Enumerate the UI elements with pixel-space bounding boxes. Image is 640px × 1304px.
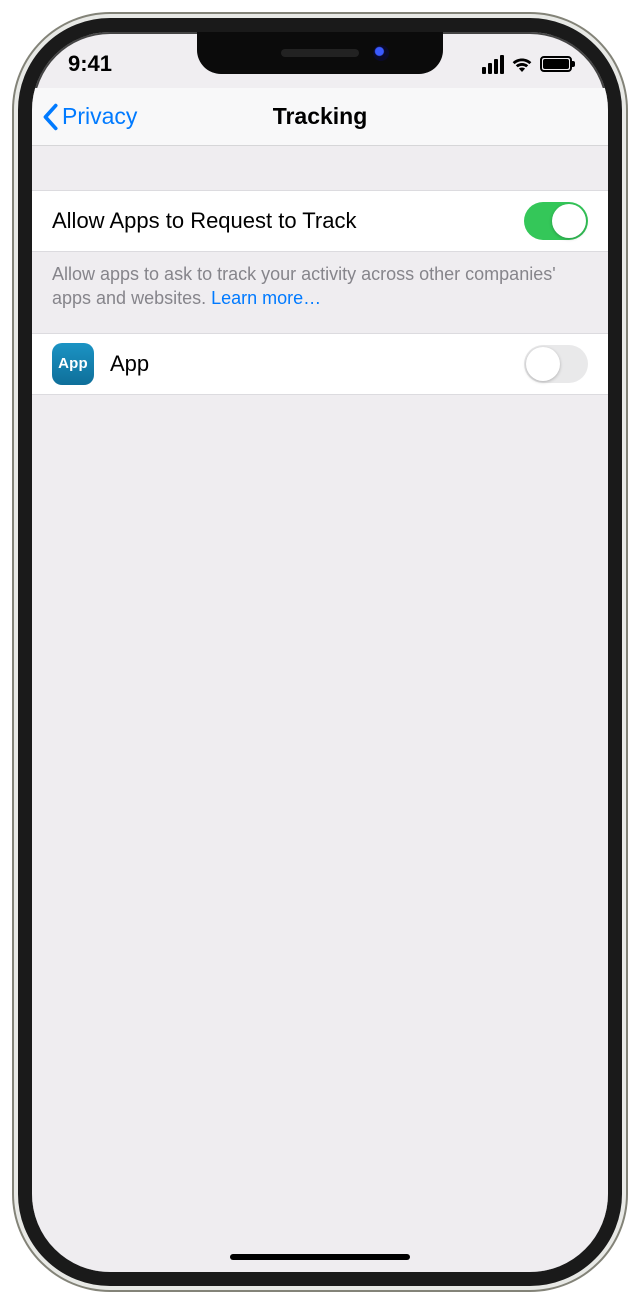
speaker-grille bbox=[281, 49, 359, 57]
allow-tracking-toggle[interactable] bbox=[524, 202, 588, 240]
tracking-description: Allow apps to ask to track your activity… bbox=[32, 252, 608, 333]
navigation-bar: Privacy Tracking bbox=[32, 88, 608, 146]
notch bbox=[197, 32, 443, 74]
allow-tracking-label: Allow Apps to Request to Track bbox=[52, 208, 524, 234]
home-indicator[interactable] bbox=[230, 1254, 410, 1260]
status-time: 9:41 bbox=[68, 43, 112, 77]
allow-tracking-row: Allow Apps to Request to Track bbox=[32, 190, 608, 252]
status-indicators bbox=[482, 47, 572, 74]
chevron-left-icon bbox=[42, 103, 58, 131]
app-tracking-toggle[interactable] bbox=[524, 345, 588, 383]
battery-icon bbox=[540, 56, 572, 72]
back-label: Privacy bbox=[62, 103, 137, 130]
app-name-label: App bbox=[110, 351, 524, 377]
wifi-icon bbox=[511, 56, 533, 72]
learn-more-link[interactable]: Learn more… bbox=[211, 288, 321, 308]
phone-frame: 9:41 Privacy Tracking Allow bbox=[18, 18, 622, 1286]
content-area: Allow Apps to Request to Track Allow app… bbox=[32, 146, 608, 1272]
cellular-icon bbox=[482, 55, 504, 74]
front-camera bbox=[373, 45, 389, 61]
back-button[interactable]: Privacy bbox=[32, 103, 137, 131]
app-tracking-row: App App bbox=[32, 333, 608, 395]
app-icon: App bbox=[52, 343, 94, 385]
